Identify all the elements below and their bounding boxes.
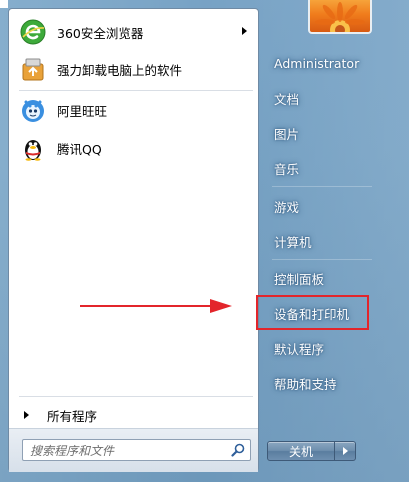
menu-item-label: 游戏 [274, 199, 300, 215]
program-item-360-browser[interactable]: 360安全浏览器 [15, 15, 253, 49]
menu-item-label: 计算机 [274, 234, 312, 250]
menu-item-pictures[interactable]: 图片 [267, 120, 372, 146]
menu-item-documents[interactable]: 文档 [267, 85, 372, 111]
menu-item-label: 帮助和支持 [274, 376, 337, 392]
expand-arrow-icon [24, 411, 29, 419]
chevron-right-icon [342, 447, 348, 455]
program-item-aliwangwang[interactable]: 阿里旺旺 [15, 93, 253, 127]
screen-corner [0, 0, 8, 8]
separator [19, 90, 253, 91]
program-item-uninstall[interactable]: 强力卸载电脑上的软件 [15, 52, 253, 86]
shutdown-control: 关机 [267, 441, 356, 461]
menu-item-computer[interactable]: 计算机 [267, 228, 372, 254]
menu-item-label: 音乐 [274, 161, 300, 177]
menu-item-label: 文档 [274, 91, 300, 107]
shutdown-button[interactable]: 关机 [267, 441, 335, 461]
program-label: 阿里旺旺 [57, 103, 108, 119]
qq-penguin-icon [19, 134, 47, 162]
search-area [9, 428, 258, 472]
menu-item-label: 默认程序 [274, 341, 325, 357]
search-icon[interactable] [231, 443, 245, 457]
user-picture[interactable] [308, 0, 372, 34]
search-box[interactable] [22, 439, 251, 461]
separator [19, 396, 253, 397]
all-programs-button[interactable]: 所有程序 [15, 402, 253, 428]
menu-item-label: 图片 [274, 126, 300, 142]
menu-item-games[interactable]: 游戏 [267, 193, 372, 219]
program-label: 腾讯QQ [57, 141, 102, 157]
all-programs-label: 所有程序 [47, 408, 98, 424]
menu-item-user[interactable]: Administrator [267, 50, 372, 76]
shutdown-label: 关机 [288, 444, 313, 459]
separator [272, 186, 372, 187]
program-label: 360安全浏览器 [57, 25, 144, 41]
red-arrow-icon [80, 299, 232, 313]
programs-panel: 360安全浏览器 强力卸载电脑上的软件 阿里旺旺 腾讯QQ 所有程序 [8, 8, 259, 472]
menu-item-label: 控制面板 [274, 271, 325, 287]
uninstall-icon [19, 55, 47, 83]
360-browser-icon [19, 18, 47, 46]
menu-item-default-programs[interactable]: 默认程序 [267, 335, 372, 361]
program-label: 强力卸载电脑上的软件 [57, 62, 183, 78]
highlight-box [256, 295, 369, 330]
search-input[interactable] [28, 441, 222, 461]
menu-item-control-panel[interactable]: 控制面板 [267, 265, 372, 291]
submenu-arrow-icon[interactable] [242, 27, 247, 35]
shutdown-options-button[interactable] [335, 441, 356, 461]
separator [272, 259, 372, 260]
program-item-qq[interactable]: 腾讯QQ [15, 131, 253, 165]
menu-item-label: Administrator [274, 55, 360, 71]
menu-item-music[interactable]: 音乐 [267, 155, 372, 181]
menu-item-help-support[interactable]: 帮助和支持 [267, 370, 372, 396]
aliwangwang-icon [19, 96, 47, 124]
